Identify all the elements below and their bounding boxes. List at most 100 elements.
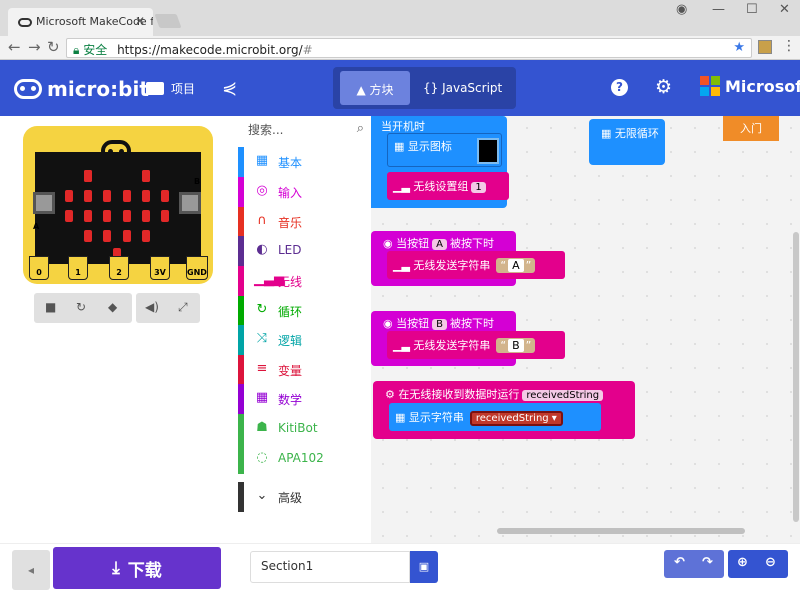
toolbox: 搜索... ⌕ ▦ 基本 ◎ 输入 ∩ 音乐 ◐ LED ▁▃▅ 无线 ↻ 循环…: [238, 116, 371, 543]
account-icon[interactable]: ◉: [676, 2, 687, 17]
slowmo-icon[interactable]: ◆: [108, 300, 117, 314]
category-apa102[interactable]: ◌ APA102: [238, 444, 371, 474]
forever-block[interactable]: ▦ 无限循环: [589, 119, 665, 165]
calculator-icon: ▦: [255, 390, 269, 405]
radio-send-string-b-block[interactable]: ▁▃ 无线发送字符串 “B”: [387, 331, 565, 359]
received-var-reporter[interactable]: receivedString ▾: [469, 411, 563, 426]
heart-icon-picker[interactable]: [477, 138, 499, 164]
fullscreen-icon[interactable]: ⤢: [178, 300, 188, 315]
string-b-value[interactable]: B: [508, 339, 524, 352]
button-b[interactable]: [179, 192, 201, 214]
radio-set-group-block[interactable]: ▁▃ 无线设置组 1: [387, 172, 509, 200]
mute-icon[interactable]: ◀): [145, 300, 159, 314]
reload-icon[interactable]: ↻: [47, 38, 60, 56]
secure-label: 安全: [83, 43, 108, 57]
logo-text: micro:bit: [47, 77, 149, 101]
show-string-block[interactable]: ▦ 显示字符串 receivedString ▾: [389, 403, 601, 431]
signal-icon: ▁▃▅: [254, 272, 284, 287]
restart-icon[interactable]: ↻: [76, 300, 86, 314]
category-logic[interactable]: ⤨ 逻辑: [238, 325, 371, 355]
category-variables[interactable]: ≡ 变量: [238, 355, 371, 385]
category-input[interactable]: ◎ 输入: [238, 177, 371, 207]
category-label: 输入: [278, 186, 303, 200]
redo-icon[interactable]: ↷: [702, 555, 713, 570]
show-icon-block[interactable]: ▦ 显示图标: [387, 133, 502, 167]
app-header: micro:bit 项目 ⋞ ▲ 方块 {} JavaScript ? ⚙ Mi…: [0, 60, 800, 116]
tab-javascript[interactable]: {} JavaScript: [423, 81, 502, 95]
save-button[interactable]: ▣: [410, 551, 438, 583]
category-loops[interactable]: ↻ 循环: [238, 296, 371, 326]
blocks-workspace[interactable]: 当开机时 ▦ 显示图标 ▁▃ 无线设置组 1 ▦ 无限循环 ◉ 当按钮 A 被按下时 …: [371, 116, 800, 543]
maximize-icon[interactable]: ☐: [746, 2, 758, 17]
category-radio[interactable]: ▁▃▅ 无线: [238, 266, 371, 296]
close-window-icon[interactable]: ✕: [779, 2, 790, 17]
category-music[interactable]: ∩ 音乐: [238, 207, 371, 237]
gear-icon[interactable]: ⚙: [655, 76, 672, 98]
string-a-value[interactable]: A: [508, 259, 524, 272]
browser-menu-icon[interactable]: ⋮: [782, 38, 796, 54]
pin-2[interactable]: 2: [109, 256, 129, 280]
project-name-input[interactable]: Section1: [250, 551, 410, 583]
back-icon[interactable]: ←: [8, 38, 21, 56]
collapse-simulator-button[interactable]: ◂: [12, 550, 50, 590]
sim-extra-group: ◀) ⤢: [136, 293, 200, 323]
forward-icon[interactable]: →: [28, 38, 41, 56]
radio-set-group-label: 无线设置组: [413, 180, 469, 193]
headphones-icon: ∩: [257, 213, 267, 228]
category-led[interactable]: ◐ LED: [238, 236, 371, 266]
category-kitibot[interactable]: ☗ KitiBot: [238, 414, 371, 444]
help-icon[interactable]: ?: [611, 79, 628, 96]
shuffle-icon: ⤨: [256, 331, 268, 346]
url-input[interactable]: 🔒︎ 安全 https://makecode.microbit.org/# ★: [66, 38, 752, 58]
forever-label: 无限循环: [614, 127, 659, 140]
button-a[interactable]: [33, 192, 55, 214]
bookmark-star-icon[interactable]: ★: [733, 40, 745, 55]
search-icon[interactable]: ⌕: [357, 121, 364, 136]
robot-icon: ☗: [256, 420, 268, 435]
microbit-logo[interactable]: micro:bit: [14, 77, 149, 101]
pin-1[interactable]: 1: [68, 256, 88, 280]
received-var-param[interactable]: receivedString: [522, 390, 604, 401]
close-tab-icon[interactable]: ✕: [135, 14, 145, 28]
zoom-out-icon[interactable]: ⊖: [765, 555, 776, 570]
lines-icon: ≡: [256, 361, 268, 376]
category-label: LED: [278, 243, 302, 257]
search-input[interactable]: 搜索... ⌕: [248, 121, 366, 141]
grid-icon: ▦: [255, 153, 269, 168]
projects-button[interactable]: 项目: [146, 80, 195, 97]
radio-send-string-a-block[interactable]: ▁▃ 无线发送字符串 “A”: [387, 251, 565, 279]
group-value[interactable]: 1: [471, 182, 486, 193]
getting-started-button[interactable]: 入门: [723, 116, 779, 141]
undo-icon[interactable]: ↶: [674, 555, 685, 570]
url-host: https://makecode.microbit.org/: [117, 43, 303, 57]
pressed-label: 被按下时: [449, 317, 494, 330]
grid-icon: ▦: [394, 140, 408, 153]
share-icon[interactable]: ⋞: [222, 78, 237, 99]
new-tab-button[interactable]: [154, 14, 182, 28]
vertical-scrollbar[interactable]: [793, 232, 799, 522]
signal-icon: ▁▃: [393, 180, 414, 193]
button-b-dropdown[interactable]: B: [432, 319, 447, 330]
microbit-board[interactable]: A B 0 1 2 3V GND: [23, 126, 213, 284]
microsoft-logo[interactable]: Microsoft: [700, 76, 800, 96]
download-button[interactable]: ⤓ 下载: [53, 547, 221, 589]
category-advanced[interactable]: ⌄ 高级: [238, 482, 371, 512]
simulator-panel: A B 0 1 2 3V GND ■ ↻ ◆ ◀) ⤢: [0, 116, 238, 543]
string-b-slot[interactable]: “B”: [496, 338, 536, 353]
category-basic[interactable]: ▦ 基本: [238, 147, 371, 177]
zoom-in-icon[interactable]: ⊕: [737, 555, 748, 570]
horizontal-scrollbar[interactable]: [497, 528, 745, 534]
toggle-icon: ◐: [256, 242, 268, 257]
tab-blocks[interactable]: ▲ 方块: [340, 71, 410, 105]
stop-icon[interactable]: ■: [45, 300, 56, 314]
grid-icon: ▦: [395, 411, 409, 424]
browser-tab[interactable]: Microsoft MakeCode fo ✕: [8, 8, 153, 36]
pin-0[interactable]: 0: [29, 256, 49, 280]
extension-icon[interactable]: [758, 40, 772, 54]
category-math[interactable]: ▦ 数学: [238, 384, 371, 414]
string-a-slot[interactable]: “A”: [496, 258, 536, 273]
signal-icon: ▁▃: [393, 339, 414, 352]
folder-icon: [146, 82, 164, 95]
minimize-icon[interactable]: —: [712, 2, 725, 17]
button-a-dropdown[interactable]: A: [432, 239, 447, 250]
